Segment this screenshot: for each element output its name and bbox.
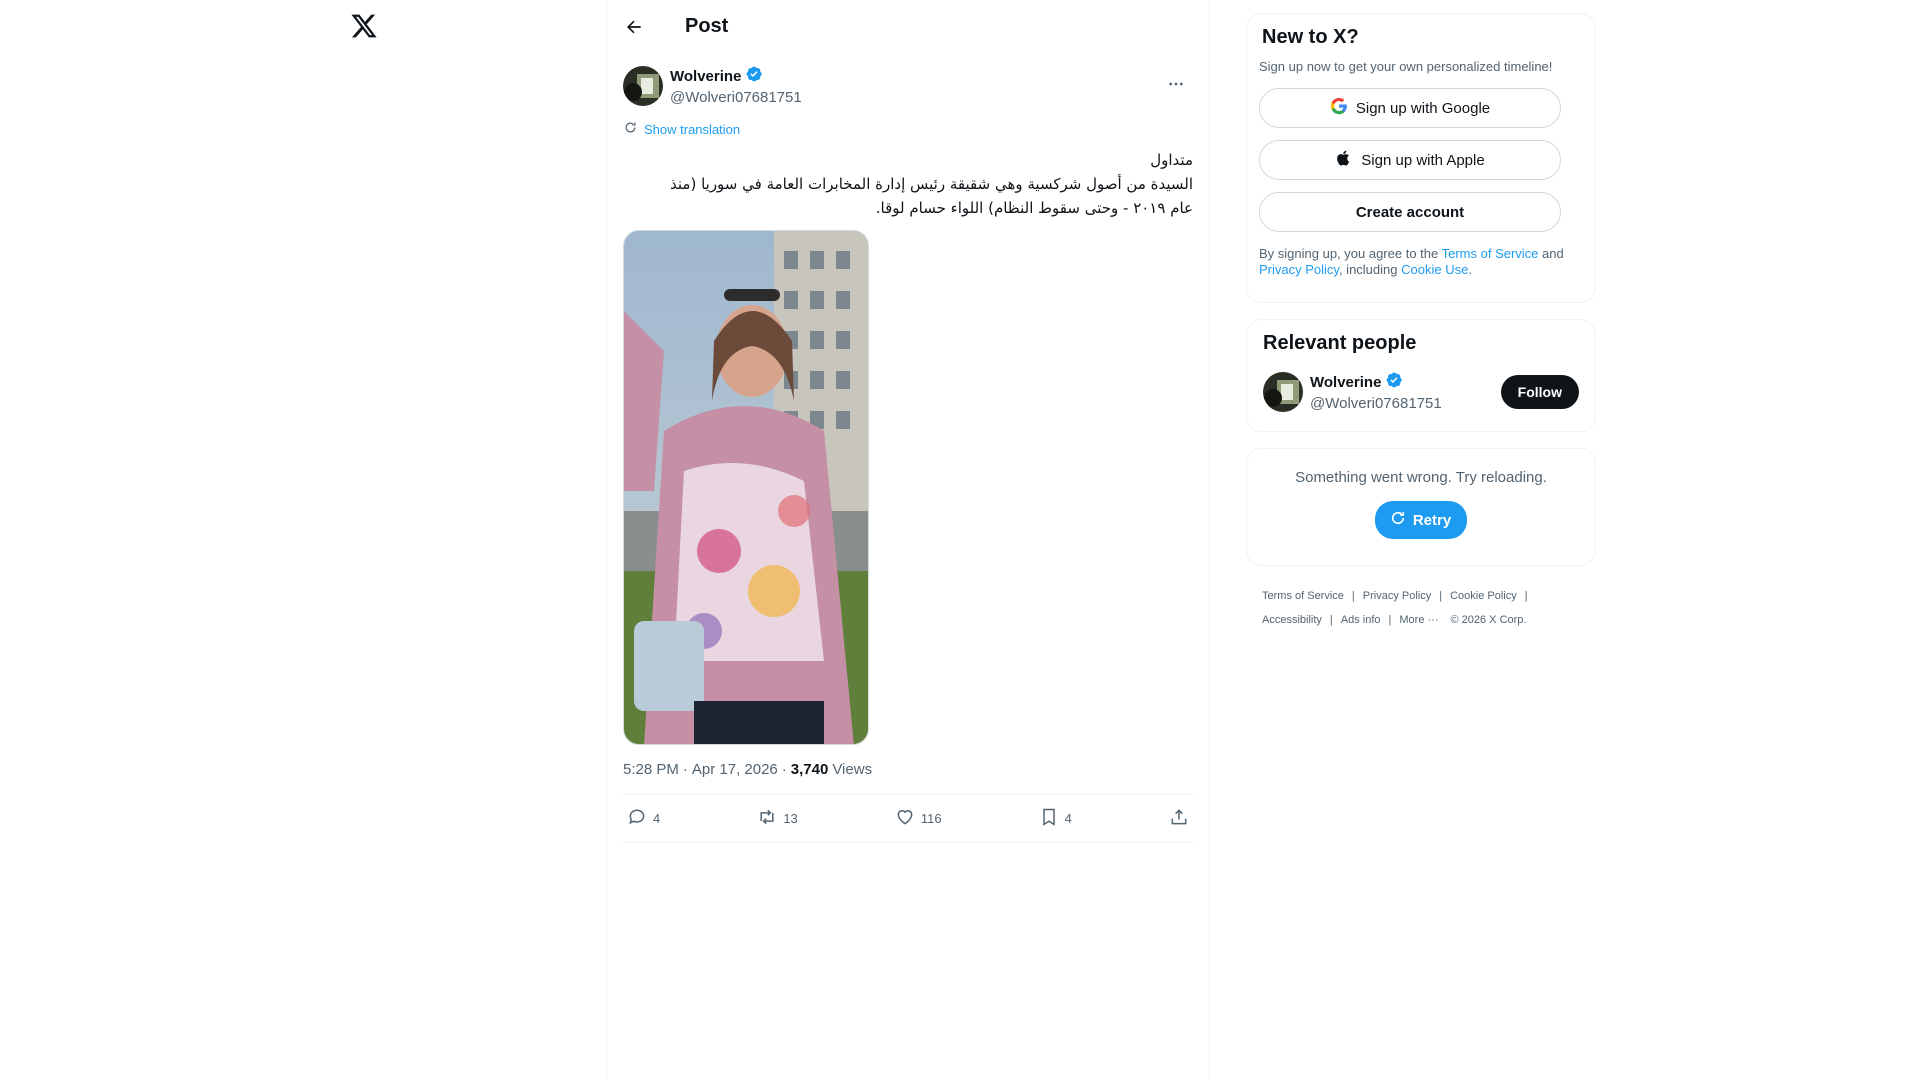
- footer-separator: |: [1329, 614, 1333, 626]
- relevant-people-title: Relevant people: [1263, 332, 1417, 354]
- like-button[interactable]: 116: [895, 807, 942, 830]
- meta-separator: ·: [682, 761, 688, 778]
- post-text-line: متداول: [1150, 151, 1193, 169]
- apple-signup-button[interactable]: Sign up with Apple: [1259, 140, 1561, 180]
- more-dots-icon[interactable]: [1159, 67, 1193, 101]
- google-signup-label: Sign up with Google: [1355, 99, 1491, 117]
- footer-copyright: © 2026 X Corp.: [1450, 614, 1527, 626]
- footer-separator: |: [1524, 590, 1528, 602]
- bookmark-button[interactable]: 4: [1039, 807, 1072, 830]
- author-name[interactable]: Wolverine: [670, 68, 741, 85]
- follow-button[interactable]: Follow: [1500, 375, 1579, 409]
- footer-terms-link[interactable]: Terms of Service: [1262, 590, 1344, 602]
- person-name[interactable]: Wolverine: [1310, 374, 1381, 391]
- google-signup-button[interactable]: Sign up with Google: [1259, 88, 1561, 128]
- refresh-icon: [1389, 509, 1407, 531]
- post-metadata: 5:28 PM · Apr 17, 2026 · 3,740 Views: [607, 745, 1209, 778]
- verified-badge-icon: [1385, 371, 1403, 394]
- create-account-button[interactable]: Create account: [1259, 192, 1561, 232]
- arrow-left-icon[interactable]: [617, 10, 651, 44]
- translate-icon: [623, 120, 638, 138]
- create-account-label: Create account: [1355, 203, 1465, 221]
- signup-legal-text: By signing up, you agree to the Terms of…: [1259, 246, 1583, 278]
- views-label: Views: [832, 761, 873, 778]
- privacy-link[interactable]: Privacy Policy: [1259, 262, 1339, 277]
- footer-ads-link[interactable]: Ads info: [1341, 614, 1381, 626]
- like-count: 116: [920, 811, 942, 826]
- error-message: Something went wrong. Try reloading.: [1295, 469, 1547, 486]
- retry-button[interactable]: Retry: [1374, 501, 1468, 539]
- repost-icon: [757, 807, 777, 830]
- signup-card: New to X? Sign up now to get your own pe…: [1246, 13, 1596, 303]
- sidebar-column: New to X? Sign up now to get your own pe…: [1246, 0, 1596, 632]
- footer-accessibility-link[interactable]: Accessibility: [1262, 614, 1322, 626]
- avatar[interactable]: [623, 65, 663, 106]
- x-logo-icon[interactable]: [350, 12, 378, 40]
- legal-text: By signing up, you agree to the: [1259, 246, 1442, 261]
- page-title: Post: [685, 15, 729, 37]
- reply-count: 4: [653, 811, 661, 826]
- cookie-link[interactable]: Cookie Use: [1401, 262, 1468, 277]
- post-author: Wolverine @Wolveri07681751: [607, 53, 1209, 106]
- legal-text: and: [1538, 246, 1564, 261]
- bookmark-icon: [1039, 807, 1059, 830]
- legal-text: .: [1468, 262, 1472, 277]
- repost-button[interactable]: 13: [757, 807, 798, 830]
- footer-more-link[interactable]: More ···: [1399, 614, 1438, 626]
- post-actions-bar: 4 13 116 4: [623, 794, 1193, 843]
- avatar[interactable]: [1263, 371, 1303, 412]
- footer-separator: |: [1351, 590, 1355, 602]
- error-card: Something went wrong. Try reloading. Ret…: [1246, 448, 1596, 566]
- meta-separator: ·: [781, 761, 787, 778]
- post-date[interactable]: Apr 17, 2026: [692, 761, 778, 778]
- footer-separator: |: [1439, 590, 1443, 602]
- show-translation-link[interactable]: Show translation: [607, 106, 1209, 138]
- footer-separator: |: [1388, 614, 1392, 626]
- legal-text: , including: [1338, 262, 1402, 277]
- views-count: 3,740: [790, 761, 829, 778]
- footer-cookie-link[interactable]: Cookie Policy: [1450, 590, 1517, 602]
- verified-badge-icon: [745, 65, 763, 88]
- post-video[interactable]: [623, 230, 869, 745]
- relevant-people-card: Relevant people Wolverine @Wolveri076817…: [1246, 319, 1596, 432]
- header-bar: Post: [607, 0, 1209, 53]
- repost-count: 13: [783, 811, 798, 826]
- retry-label: Retry: [1412, 511, 1452, 529]
- signup-title: New to X?: [1262, 26, 1359, 48]
- post-time[interactable]: 5:28 PM: [623, 761, 679, 778]
- author-handle[interactable]: @Wolveri07681751: [670, 89, 802, 106]
- share-icon: [1169, 807, 1189, 830]
- google-icon: [1330, 97, 1348, 119]
- share-button[interactable]: [1169, 807, 1189, 830]
- footer-links: Terms of Service | Privacy Policy | Cookie P…: [1246, 584, 1596, 632]
- footer-privacy-link[interactable]: Privacy Policy: [1363, 590, 1431, 602]
- bookmark-count: 4: [1064, 811, 1072, 826]
- heart-icon: [895, 807, 915, 830]
- reply-button[interactable]: 4: [627, 807, 660, 830]
- signup-subtitle: Sign up now to get your own personalized…: [1259, 59, 1553, 74]
- person-row[interactable]: Wolverine @Wolveri07681751 Follow: [1263, 371, 1579, 412]
- primary-column: Post Wolverine @Wolveri07681751 Show tra…: [606, 0, 1210, 1080]
- person-handle[interactable]: @Wolveri07681751: [1310, 395, 1442, 412]
- apple-signup-label: Sign up with Apple: [1361, 151, 1485, 169]
- reply-icon: [627, 807, 647, 830]
- terms-link[interactable]: Terms of Service: [1442, 246, 1539, 261]
- apple-icon: [1335, 149, 1353, 171]
- post-text-line: عام ٢٠١٩ - وحتى سقوط النظام) اللواء حسام…: [875, 199, 1193, 217]
- post-text-line: السيدة من أصول شركسية وهي شقيقة رئيس إدا…: [670, 175, 1193, 193]
- show-translation-label: Show translation: [644, 121, 741, 137]
- post-text: متداول السيدة من أصول شركسية وهي شقيقة ر…: [607, 138, 1209, 220]
